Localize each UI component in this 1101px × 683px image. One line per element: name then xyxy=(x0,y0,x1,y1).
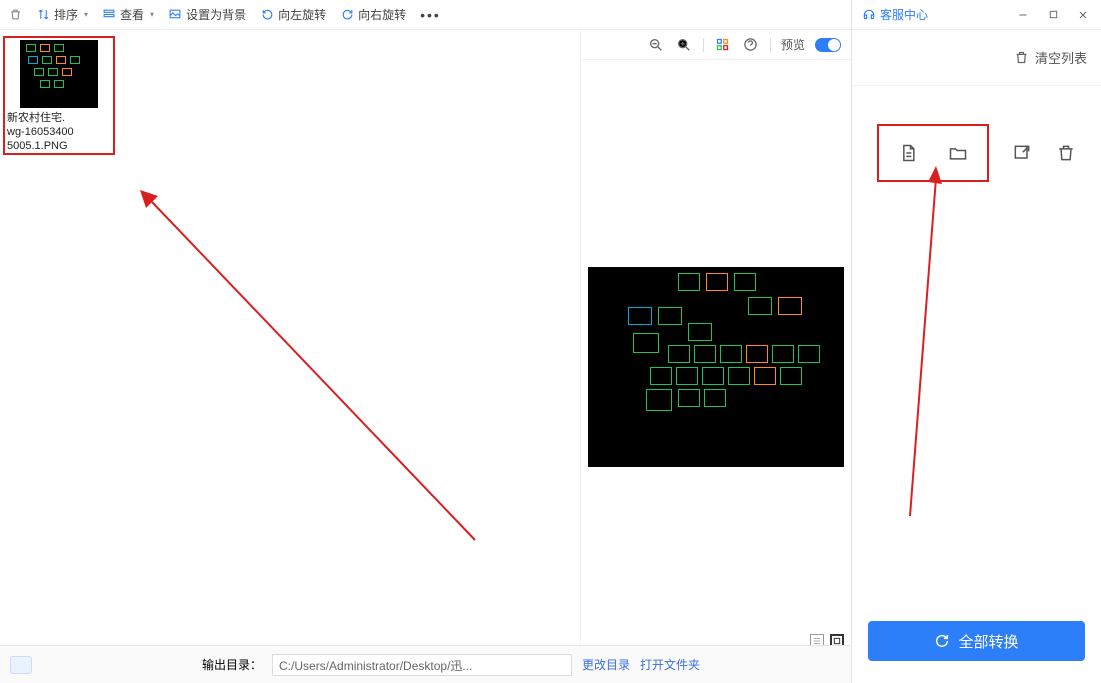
chevron-down-icon: ▾ xyxy=(150,10,154,19)
service-center-button[interactable]: 客服中心 xyxy=(862,6,928,23)
grid-view-button[interactable] xyxy=(714,36,732,54)
minimize-button[interactable] xyxy=(1015,7,1031,23)
preview-bar-label: 预览 xyxy=(781,36,805,53)
side-header: 清空列表 xyxy=(852,30,1101,86)
delete-item-button[interactable] xyxy=(1055,142,1077,164)
service-center-label: 客服中心 xyxy=(880,6,928,23)
sort-label: 排序 xyxy=(54,6,78,23)
side-item-row xyxy=(862,102,1091,204)
trash-icon xyxy=(8,8,22,22)
more-button[interactable]: ••• xyxy=(420,7,441,23)
preview-toggle[interactable] xyxy=(815,38,841,52)
bottom-bar: 输出目录： C:/Users/Administrator/Desktop/迅..… xyxy=(0,645,851,683)
change-dir-button[interactable]: 更改目录 xyxy=(582,656,630,673)
preview-image xyxy=(588,267,844,467)
export-icon-button[interactable] xyxy=(1011,142,1033,164)
file-thumbnail[interactable]: 新农村住宅. wg-16053400 5005.1.PNG xyxy=(3,36,115,155)
main-area: 新农村住宅. wg-16053400 5005.1.PNG 预览 xyxy=(0,30,851,644)
view-label: 查看 xyxy=(120,6,144,23)
thumb-line2: wg-16053400 xyxy=(7,126,111,140)
output-dir-field[interactable]: C:/Users/Administrator/Desktop/迅... xyxy=(272,654,572,676)
rotate-left-icon xyxy=(260,8,274,22)
clear-list-button[interactable]: 清空列表 xyxy=(1035,48,1087,67)
zoom-in-button[interactable] xyxy=(675,36,693,54)
close-button[interactable] xyxy=(1075,7,1091,23)
app-icon xyxy=(10,656,32,674)
side-panel: 客服中心 清空列表 全部转换 xyxy=(851,0,1101,683)
thumb-line1: 新农村住宅. xyxy=(7,112,111,126)
headset-icon xyxy=(862,8,876,22)
set-wallpaper-button[interactable]: 设置为背景 xyxy=(168,6,246,23)
rotate-left-label: 向左旋转 xyxy=(278,6,326,23)
preview-pane: 预览 xyxy=(581,30,851,644)
preview-body xyxy=(581,60,851,644)
convert-all-button[interactable]: 全部转换 xyxy=(868,621,1085,661)
rotate-right-label: 向右旋转 xyxy=(358,6,406,23)
file-grid-pane: 新农村住宅. wg-16053400 5005.1.PNG xyxy=(0,30,581,644)
rotate-right-button[interactable]: 向右旋转 xyxy=(340,6,406,23)
rotate-right-icon xyxy=(340,8,354,22)
open-folder-button[interactable]: 打开文件夹 xyxy=(640,656,700,673)
side-titlebar: 客服中心 xyxy=(852,0,1101,30)
trash-icon xyxy=(1014,50,1029,65)
view-button[interactable]: 查看 ▾ xyxy=(102,6,154,23)
folder-icon-button[interactable] xyxy=(947,142,969,164)
rotate-left-button[interactable]: 向左旋转 xyxy=(260,6,326,23)
wallpaper-icon xyxy=(168,8,182,22)
convert-all-label: 全部转换 xyxy=(958,631,1018,652)
set-wallpaper-label: 设置为背景 xyxy=(186,6,246,23)
delete-button[interactable] xyxy=(8,8,22,22)
sort-icon xyxy=(36,8,50,22)
zoom-out-button[interactable] xyxy=(647,36,665,54)
maximize-button[interactable] xyxy=(1045,7,1061,23)
sort-button[interactable]: 排序 ▾ xyxy=(36,6,88,23)
help-button[interactable] xyxy=(742,36,760,54)
annotation-arrow-1 xyxy=(140,190,485,550)
output-dir-label: 输出目录： xyxy=(202,656,262,673)
view-icon xyxy=(102,8,116,22)
chevron-down-icon: ▾ xyxy=(84,10,88,19)
thumbnail-caption: 新农村住宅. wg-16053400 5005.1.PNG xyxy=(7,112,111,153)
thumbnail-image xyxy=(20,40,98,108)
file-icon-button[interactable] xyxy=(897,142,919,164)
preview-toolbar: 预览 xyxy=(581,30,851,60)
thumb-line3: 5005.1.PNG xyxy=(7,140,111,154)
refresh-icon xyxy=(934,633,950,649)
